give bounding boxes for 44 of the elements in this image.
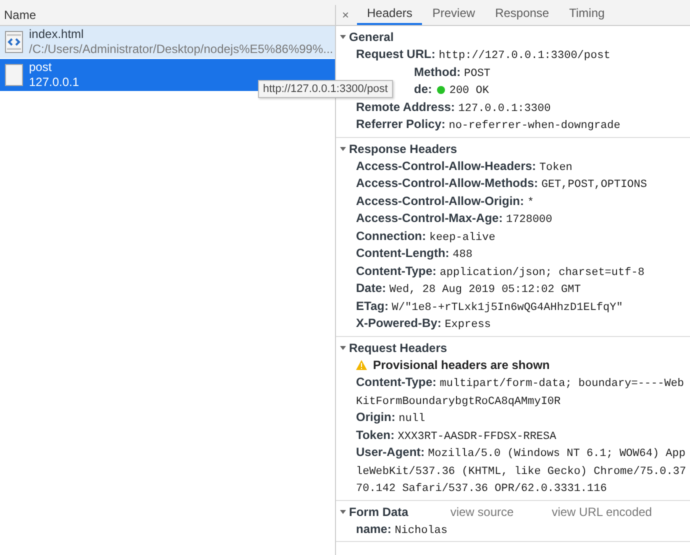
triangle-icon [340, 34, 346, 40]
view-link[interactable]: view source [450, 504, 514, 518]
request-name: index.html [29, 27, 85, 42]
header-line: Access-Control-Allow-Methods: GET,POST,OPTIONS [355, 175, 648, 192]
header-line: Remote Address: 127.0.0.1:3300 [355, 98, 552, 116]
header-line: X-Powered-By: Express [355, 315, 492, 332]
tab[interactable]: Preview [422, 5, 486, 25]
header-line: Token: XXX3RT-AASDR-FFDSX-RRESA [355, 426, 558, 444]
section-header[interactable]: Response Headers [336, 140, 462, 158]
header-line: Content-Length: 488 [355, 245, 474, 262]
header-line: Request URL: http://127.0.0.1:3300/post [355, 46, 612, 64]
header-line: Origin: null [355, 409, 426, 426]
request-path: 127.0.0.1 [29, 75, 80, 90]
warning-text: Provisional headers are shown [373, 356, 550, 374]
triangle-icon [340, 344, 346, 350]
header-line: Referrer Policy: no-referrer-when-downgrade [355, 116, 622, 134]
request-row[interactable]: index.html /C:/Users/Administrator/Desktop/nodejs%E5%86%99%... [0, 26, 335, 59]
header-line: Access-Control-Allow-Headers: Token [355, 158, 574, 175]
section-header[interactable]: Form Data [336, 502, 412, 520]
file-icon [5, 64, 23, 86]
request-name: post [29, 60, 53, 75]
header-line: Access-Control-Max-Age: 1728000 [355, 210, 554, 228]
close-button[interactable]: × [342, 8, 358, 25]
view-link[interactable]: view URL encoded [552, 504, 652, 518]
tab[interactable]: Response [485, 5, 560, 25]
header-line: Access-Control-Allow-Origin: * [355, 192, 535, 210]
tab[interactable]: Timing [559, 5, 615, 25]
warning-icon [356, 360, 367, 370]
request-path: /C:/Users/Administrator/Desktop/nodejs%E5%86%99%... [29, 42, 334, 57]
header-line: Connection: keep-alive [355, 228, 496, 245]
header-line: User-Agent: Mozilla/5.0 (Windows NT 6.1; WOW64) AppleWebKit/537.36 (KHTML, like Gecko) Chrome/75.0.3770.142 Safari/537.36 OPR/62.0.3331.116 [355, 444, 688, 496]
column-header[interactable]: Name [0, 5, 335, 26]
tooltip: http://127.0.0.1:3300/post [258, 80, 393, 98]
tab[interactable]: Headers [357, 5, 422, 25]
header-line: name: Nicholas [355, 520, 448, 538]
section-header[interactable]: Request Headers [336, 338, 452, 356]
header-line: Date: Wed, 28 Aug 2019 05:12:02 GMT [355, 280, 582, 298]
triangle-icon [340, 508, 346, 514]
header-line: ETag: W/"1e8-+rTLxk1j5In6wQG4AHhzD1ELfqY" [355, 298, 624, 315]
header-line: Method: POST [413, 64, 492, 81]
triangle-icon [340, 146, 346, 152]
header-line: Content-Type: application/json; charset=utf-8 [355, 262, 646, 280]
section-header[interactable]: General [336, 28, 398, 46]
html-file-icon [5, 31, 23, 53]
